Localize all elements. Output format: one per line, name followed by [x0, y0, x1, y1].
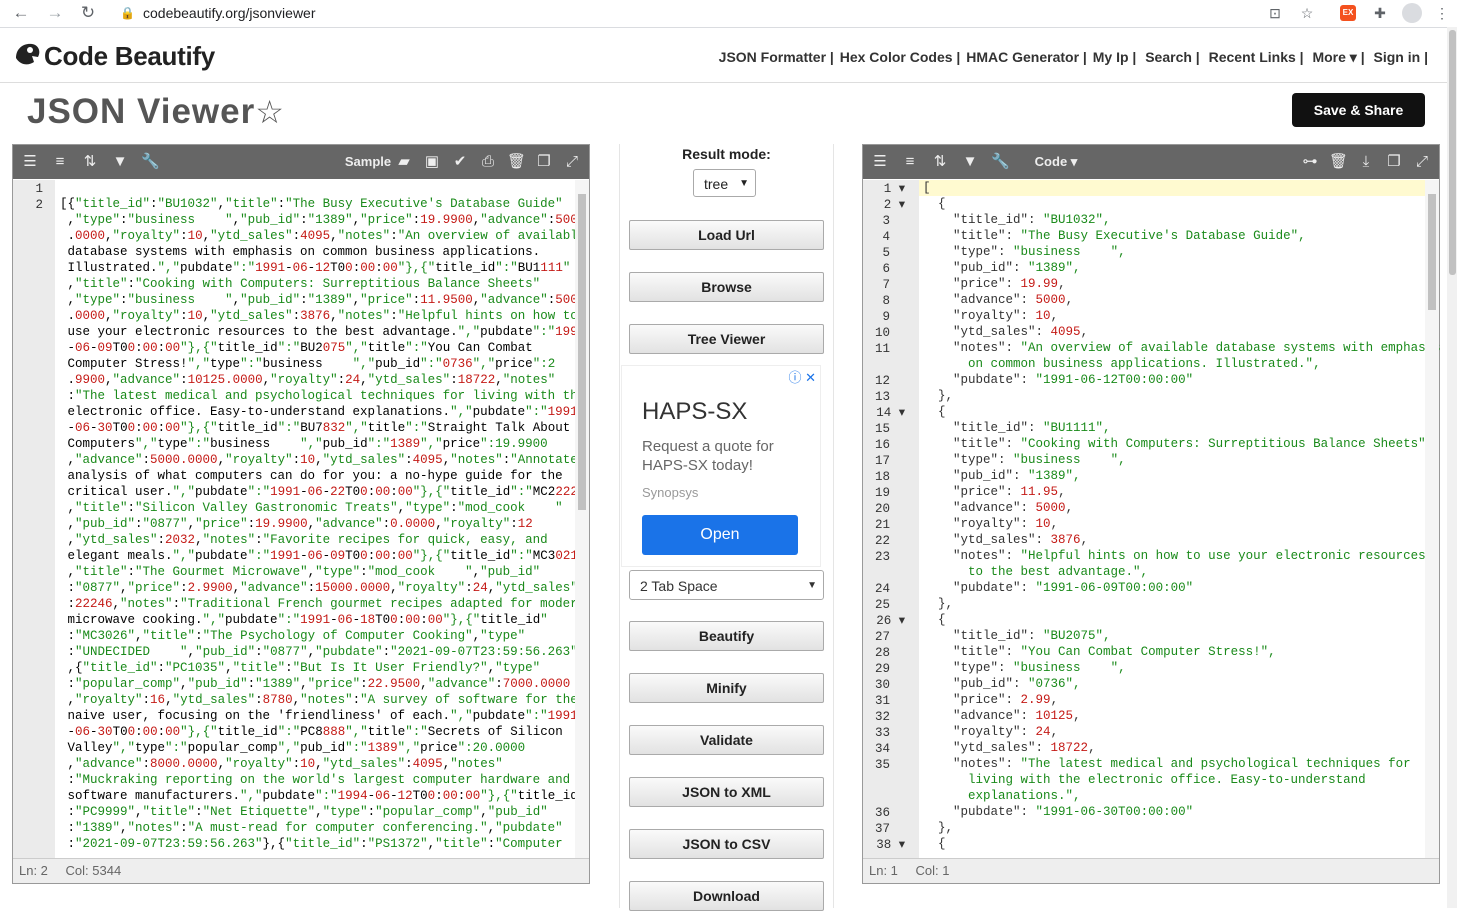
ad-title[interactable]: HAPS-SX — [642, 398, 747, 426]
output-editor-toolbar: ☰ ≡ ⇅ ▼ 🔧 Code ▾ ⊶ 🗑 ⤓ ❐ ⤢ — [863, 145, 1439, 179]
reload-icon[interactable]: ↻ — [77, 3, 99, 23]
nav-hmac-generator[interactable]: HMAC Generator | — [966, 49, 1087, 65]
chevron-down-icon: ▼ — [807, 580, 817, 591]
puzzle-icon[interactable]: ✚ — [1371, 4, 1389, 22]
wrench-icon[interactable]: 🔧 — [141, 153, 160, 171]
extension-icon[interactable]: EX — [1340, 5, 1356, 21]
input-status-col: Col: 5344 — [65, 863, 122, 878]
copy-icon[interactable]: ❐ — [535, 153, 553, 171]
beautify-button[interactable]: Beautify — [629, 621, 824, 651]
output-line-numbers: 1 ▾ 2 ▾ 3 4 5 6 7 8 9 10 11 12 13 14 ▾ 1… — [874, 182, 905, 852]
output-editor-panel: ☰ ≡ ⇅ ▼ 🔧 Code ▾ ⊶ 🗑 ⤓ ❐ ⤢ 1 ▾ 2 ▾ 3 4 5… — [862, 144, 1441, 884]
browse-button[interactable]: Browse — [629, 272, 824, 302]
input-line-numbers: 1 2 — [35, 182, 43, 212]
page-title: JSON Viewer☆ — [27, 92, 285, 132]
print-icon[interactable]: ⎙ — [479, 153, 497, 171]
copy-icon[interactable]: ❐ — [1385, 153, 1403, 171]
address-bar[interactable]: codebeautify.org/jsonviewer — [143, 5, 316, 21]
input-scrollbar-thumb[interactable] — [578, 194, 586, 510]
filter-icon[interactable]: ▼ — [961, 153, 979, 171]
ad-open-button[interactable]: Open — [642, 515, 798, 555]
chevron-down-icon: ▼ — [739, 178, 749, 189]
compact-icon[interactable]: ≡ — [901, 153, 919, 171]
favorite-star-icon[interactable]: ☆ — [255, 94, 285, 130]
format-icon[interactable]: ☰ — [871, 153, 889, 171]
compact-icon[interactable]: ≡ — [51, 153, 69, 171]
ad-advertiser[interactable]: Synopsys — [642, 485, 698, 500]
output-status-col: Col: 1 — [915, 863, 950, 878]
output-code-area[interactable]: [ { "title_id": "BU1032", "title": "The … — [923, 180, 1441, 852]
save-share-button[interactable]: Save & Share — [1292, 93, 1425, 127]
nav-hex-color-codes[interactable]: Hex Color Codes | — [840, 49, 961, 65]
forward-icon[interactable]: → — [44, 3, 66, 23]
nav-recent-links[interactable]: Recent Links | — [1209, 49, 1304, 65]
trash-icon[interactable]: 🗑 — [507, 153, 526, 171]
result-mode-label: Result mode: — [682, 146, 771, 162]
load-url-button[interactable]: Load Url — [629, 220, 824, 250]
output-gutter: 1 ▾ 2 ▾ 3 4 5 6 7 8 9 10 11 12 13 14 ▾ 1… — [863, 180, 919, 859]
input-gutter: 1 2 — [13, 180, 55, 859]
output-statusbar: Ln: 1 Col: 1 — [863, 858, 1439, 883]
input-code-area[interactable]: [{"title_id":"BU1032","title":"The Busy … — [60, 196, 585, 852]
nav-sign-in[interactable]: Sign in | — [1374, 49, 1428, 65]
sort-icon[interactable]: ⇅ — [931, 153, 949, 171]
format-icon[interactable]: ☰ — [21, 153, 39, 171]
sample-button[interactable]: Sample — [344, 153, 392, 171]
browser-toolbar: ← → ↻ 🔒 codebeautify.org/jsonviewer ⊡ ☆ … — [0, 0, 1457, 28]
output-scrollbar-thumb[interactable] — [1428, 194, 1436, 310]
trash-icon[interactable]: 🗑 — [1329, 153, 1348, 171]
download-icon[interactable]: ⤓ — [1357, 153, 1375, 171]
advertisement: ⓘ ✕ HAPS-SX Request a quote for HAPS-SX … — [621, 365, 821, 567]
nav-my-ip[interactable]: My Ip | — [1093, 49, 1137, 65]
menu-dots-icon[interactable]: ⋮ — [1433, 4, 1451, 22]
page-scrollbar-thumb[interactable] — [1449, 30, 1456, 275]
nav-search[interactable]: Search | — [1145, 49, 1200, 65]
wrench-icon[interactable]: 🔧 — [991, 153, 1010, 171]
result-mode-value: tree — [704, 176, 729, 192]
tab-space-select[interactable]: 2 Tab Space ▼ — [629, 570, 824, 600]
bookmark-star-icon[interactable]: ☆ — [1298, 4, 1316, 22]
profile-avatar[interactable] — [1402, 3, 1422, 23]
nav-more[interactable]: More ▾ | — [1312, 49, 1364, 65]
page-title-text: JSON Viewer — [27, 92, 256, 131]
ad-body[interactable]: Request a quote for HAPS-SX today! — [642, 437, 802, 475]
nav-json-formatter[interactable]: JSON Formatter | — [719, 49, 834, 65]
translate-icon[interactable]: ⊡ — [1266, 4, 1284, 22]
input-scrollbar[interactable] — [575, 180, 589, 859]
top-navigation: JSON Formatter | Hex Color Codes | HMAC … — [718, 49, 1429, 66]
download-button[interactable]: Download — [629, 881, 824, 911]
input-statusbar: Ln: 2 Col: 5344 — [13, 858, 589, 883]
logo-icon[interactable] — [12, 40, 42, 70]
filter-icon[interactable]: ▼ — [111, 153, 129, 171]
header-divider — [0, 82, 1447, 83]
input-editor-panel: ☰ ≡ ⇅ ▼ 🔧 Sample ▰ ▣ ✔ ⎙ 🗑 ❐ ⤢ 1 2 [{"ti… — [12, 144, 590, 884]
ad-info-close-icon[interactable]: ⓘ ✕ — [788, 367, 816, 386]
json-to-csv-button[interactable]: JSON to CSV — [629, 829, 824, 859]
tree-viewer-button[interactable]: Tree Viewer — [629, 324, 824, 354]
lock-icon: 🔒 — [120, 6, 135, 20]
minify-button[interactable]: Minify — [629, 673, 824, 703]
tree-icon[interactable]: ⊶ — [1301, 153, 1319, 171]
input-editor-toolbar: ☰ ≡ ⇅ ▼ 🔧 Sample ▰ ▣ ✔ ⎙ 🗑 ❐ ⤢ — [13, 145, 589, 179]
validate-button[interactable]: Validate — [629, 725, 824, 755]
json-to-xml-button[interactable]: JSON to XML — [629, 777, 824, 807]
mode-dropdown[interactable]: Code ▾ — [1031, 153, 1081, 171]
back-icon[interactable]: ← — [10, 3, 32, 23]
check-icon[interactable]: ✔ — [451, 153, 469, 171]
output-status-line: Ln: 1 — [869, 863, 898, 878]
save-icon[interactable]: ▣ — [423, 153, 441, 171]
sort-icon[interactable]: ⇅ — [81, 153, 99, 171]
fullscreen-icon[interactable]: ⤢ — [1413, 153, 1431, 171]
output-scrollbar[interactable] — [1425, 180, 1439, 859]
fullscreen-icon[interactable]: ⤢ — [563, 153, 581, 171]
input-status-line: Ln: 2 — [19, 863, 48, 878]
result-mode-select[interactable]: tree ▼ — [693, 169, 756, 197]
open-folder-icon[interactable]: ▰ — [395, 153, 413, 171]
logo-text[interactable]: Code Beautify — [44, 41, 215, 72]
tab-space-value: 2 Tab Space — [640, 578, 718, 594]
